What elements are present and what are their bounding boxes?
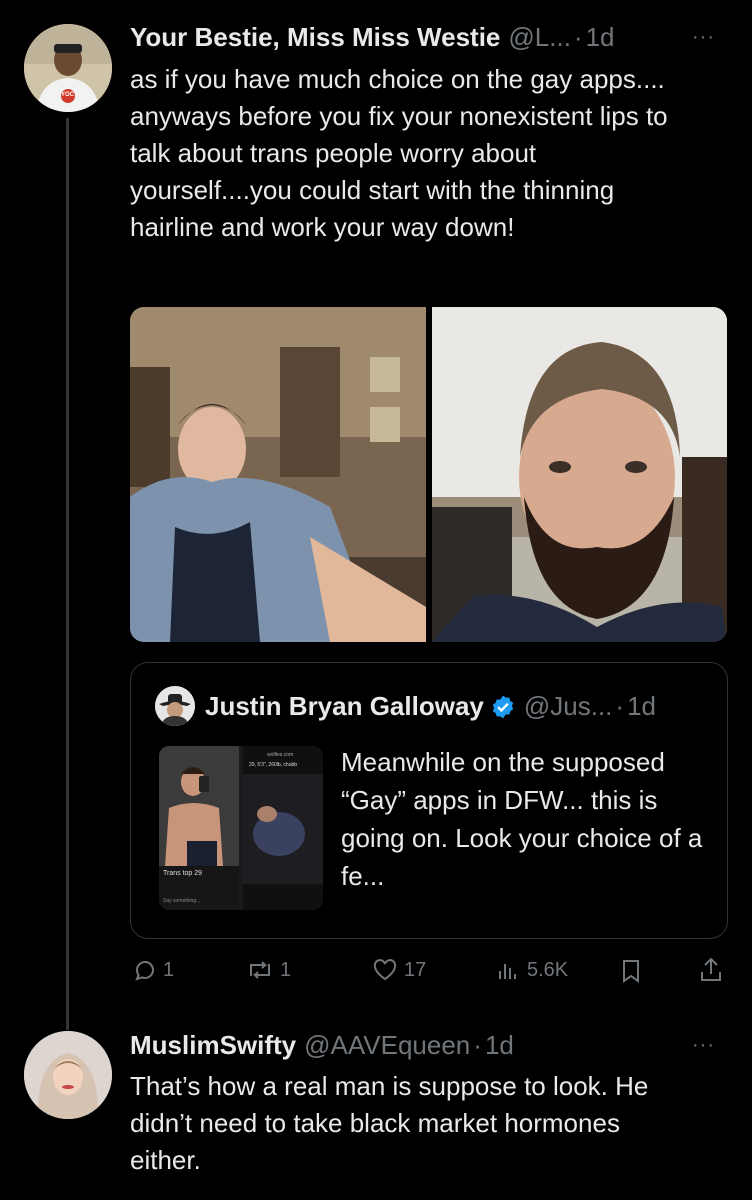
handle[interactable]: @L... xyxy=(508,22,571,53)
quote-separator: · xyxy=(615,691,625,721)
reply-icon xyxy=(135,961,154,981)
thumb-right-panel: wolfies.com 29, 5'3", 260lb, chubb xyxy=(243,746,323,910)
avatar[interactable] xyxy=(24,1031,112,1119)
bookmark-icon xyxy=(623,960,639,983)
avatar[interactable]: YOC xyxy=(24,24,112,112)
tweet-text: That’s how a real man is suppose to look… xyxy=(130,1071,649,1175)
thumb-say-something: Say something... xyxy=(163,898,201,904)
display-name[interactable]: Your Bestie, Miss Miss Westie xyxy=(130,22,500,53)
quote-text: Meanwhile on the supposed “Gay” apps in … xyxy=(341,747,703,891)
thumb-photo xyxy=(243,774,323,884)
heart-icon xyxy=(373,959,397,981)
verified-badge-icon xyxy=(492,695,514,718)
tweet-header: MuslimSwifty @AAVEqueen · 1d xyxy=(130,1030,690,1064)
cowboy-hat-avatar xyxy=(155,686,195,726)
repost-count: 1 xyxy=(280,958,292,981)
avatar-photo xyxy=(24,24,112,112)
quote-header: Justin Bryan Galloway @Jus... · 1d xyxy=(205,691,715,722)
separator: · xyxy=(573,22,583,52)
share-button[interactable] xyxy=(699,956,723,984)
thumb-url: wolfies.com xyxy=(267,752,294,758)
display-name[interactable]: MuslimSwifty xyxy=(130,1030,296,1061)
reply-button[interactable]: 1 xyxy=(133,958,174,982)
thumb-selfie xyxy=(159,746,239,866)
avatar-photo xyxy=(24,1031,112,1119)
bookmark-button[interactable] xyxy=(619,958,643,984)
repost-button[interactable]: 1 xyxy=(246,958,291,982)
share-icon xyxy=(701,957,721,981)
quote-tweet[interactable]: Justin Bryan Galloway @Jus... · 1d Trans… xyxy=(130,662,728,939)
repost-icon xyxy=(250,961,270,979)
more-options-icon[interactable]: ··· xyxy=(692,1034,715,1057)
media-grid xyxy=(130,307,727,642)
photo-kitchen xyxy=(130,307,426,642)
more-options-icon[interactable]: ··· xyxy=(692,26,715,49)
reply-count: 1 xyxy=(163,958,175,981)
views-button[interactable]: 5.6K xyxy=(495,958,568,982)
thumb-detail: 29, 5'3", 260lb, chubb xyxy=(249,762,298,768)
quote-display-name[interactable]: Justin Bryan Galloway xyxy=(205,691,484,722)
media-photo-1[interactable] xyxy=(130,307,426,642)
views-count: 5.6K xyxy=(527,958,569,981)
timestamp[interactable]: 1d xyxy=(586,22,615,53)
views-icon xyxy=(499,964,516,979)
handle[interactable]: @AAVEqueen xyxy=(304,1030,470,1061)
timestamp[interactable]: 1d xyxy=(485,1030,514,1061)
quote-thumbnail[interactable]: Trans top 29 Say something... wolfies.co… xyxy=(159,746,323,910)
tweet-text: as if you have much choice on the gay ap… xyxy=(130,64,668,242)
media-photo-2[interactable] xyxy=(432,307,727,642)
quote-handle[interactable]: @Jus... xyxy=(524,691,613,722)
quote-avatar[interactable] xyxy=(155,686,195,726)
thread-line xyxy=(66,118,69,1030)
quote-timestamp[interactable]: 1d xyxy=(627,691,656,722)
avatar-shirt-text: YOC xyxy=(61,92,75,98)
separator: · xyxy=(473,1030,482,1060)
thumb-profile-label: Trans top 29 xyxy=(163,870,203,877)
thumb-left-panel: Trans top 29 Say something... xyxy=(159,746,239,910)
like-count: 17 xyxy=(404,958,427,981)
tweet-header: Your Bestie, Miss Miss Westie @L... · 1d xyxy=(130,22,690,56)
like-button[interactable]: 17 xyxy=(372,958,426,982)
photo-car-selfie xyxy=(432,307,727,642)
